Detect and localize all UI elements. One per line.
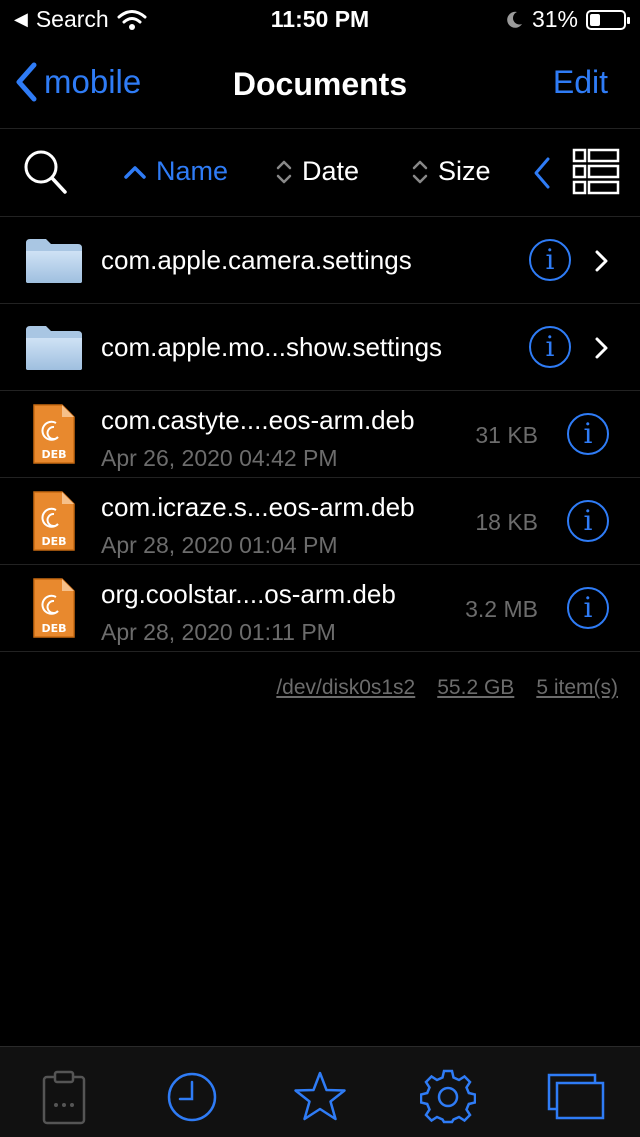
nav-bar: mobile Documents Edit <box>0 40 640 129</box>
item-name: com.apple.mo...show.settings <box>101 332 443 362</box>
folder-icon <box>26 326 82 370</box>
item-size: 31 KB <box>475 422 538 448</box>
list-item-file[interactable]: DEB org.coolstar....os-arm.deb Apr 28, 2… <box>0 565 640 652</box>
chevron-right-icon[interactable] <box>594 336 610 360</box>
item-size: 3.2 MB <box>465 596 538 622</box>
clipboard-icon[interactable] <box>34 1067 94 1127</box>
tab-bar <box>0 1046 640 1137</box>
sort-by-size[interactable]: Size <box>412 156 491 187</box>
sort-size-label: Size <box>438 156 491 186</box>
list-item-file[interactable]: DEB com.icraze.s...eos-arm.deb Apr 28, 2… <box>0 478 640 565</box>
status-bar: ◀ Search 11:50 PM 31% <box>0 0 640 40</box>
item-name: com.icraze.s...eos-arm.deb <box>101 492 415 522</box>
sort-name-label: Name <box>156 156 229 186</box>
info-icon[interactable]: i <box>567 413 609 455</box>
chevron-left-icon[interactable] <box>532 156 552 190</box>
item-date: Apr 28, 2020 01:11 PM <box>101 619 336 645</box>
sort-by-name[interactable]: Name <box>124 156 228 187</box>
star-icon[interactable] <box>290 1067 350 1127</box>
info-icon[interactable]: i <box>567 500 609 542</box>
deb-file-icon: DEB <box>33 578 75 638</box>
disk-link[interactable]: /dev/disk0s1s2 <box>276 676 415 700</box>
chevron-up-icon <box>124 165 146 179</box>
item-date: Apr 28, 2020 01:04 PM <box>101 532 338 558</box>
deb-badge: DEB <box>41 535 66 548</box>
clock-icon[interactable] <box>162 1067 222 1127</box>
battery-fill <box>590 13 600 26</box>
edit-button[interactable]: Edit <box>553 64 608 101</box>
sort-updown-icon <box>412 160 428 183</box>
info-icon[interactable]: i <box>567 587 609 629</box>
item-count-link[interactable]: 5 item(s) <box>536 676 618 700</box>
page-title: Documents <box>232 66 408 102</box>
chevron-right-icon[interactable] <box>594 249 610 273</box>
moon-icon <box>507 11 522 28</box>
gear-icon[interactable] <box>418 1067 478 1127</box>
deb-file-icon: DEB <box>33 404 75 464</box>
free-space-link[interactable]: 55.2 GB <box>437 676 514 700</box>
storage-info: /dev/disk0s1s2 55.2 GB 5 item(s) <box>276 676 618 700</box>
status-right: 31% <box>504 6 630 33</box>
list-item-folder[interactable]: com.apple.camera.settings i <box>0 217 640 304</box>
list-item-file[interactable]: DEB com.castyte....eos-arm.deb Apr 26, 2… <box>0 391 640 478</box>
sort-updown-icon <box>276 160 292 183</box>
deb-file-icon: DEB <box>33 491 75 551</box>
sort-bar: Name Date Size <box>0 130 640 217</box>
search-icon[interactable] <box>22 148 68 196</box>
deb-badge: DEB <box>41 448 66 461</box>
sort-by-date[interactable]: Date <box>276 156 359 187</box>
info-icon[interactable]: i <box>529 239 571 281</box>
battery-icon <box>586 9 630 30</box>
item-size: 18 KB <box>475 509 538 535</box>
sort-date-label: Date <box>302 156 360 186</box>
list-item-folder[interactable]: com.apple.mo...show.settings i <box>0 304 640 391</box>
battery-percent: 31% <box>531 6 578 32</box>
item-name: com.apple.camera.settings <box>101 245 412 275</box>
deb-badge: DEB <box>41 622 66 635</box>
item-name: com.castyte....eos-arm.deb <box>101 405 415 435</box>
folder-icon <box>26 239 82 283</box>
list-view-icon[interactable] <box>572 148 620 196</box>
item-name: org.coolstar....os-arm.deb <box>101 579 396 609</box>
windows-icon[interactable] <box>546 1067 606 1127</box>
item-date: Apr 26, 2020 04:42 PM <box>101 445 338 471</box>
info-icon[interactable]: i <box>529 326 571 368</box>
